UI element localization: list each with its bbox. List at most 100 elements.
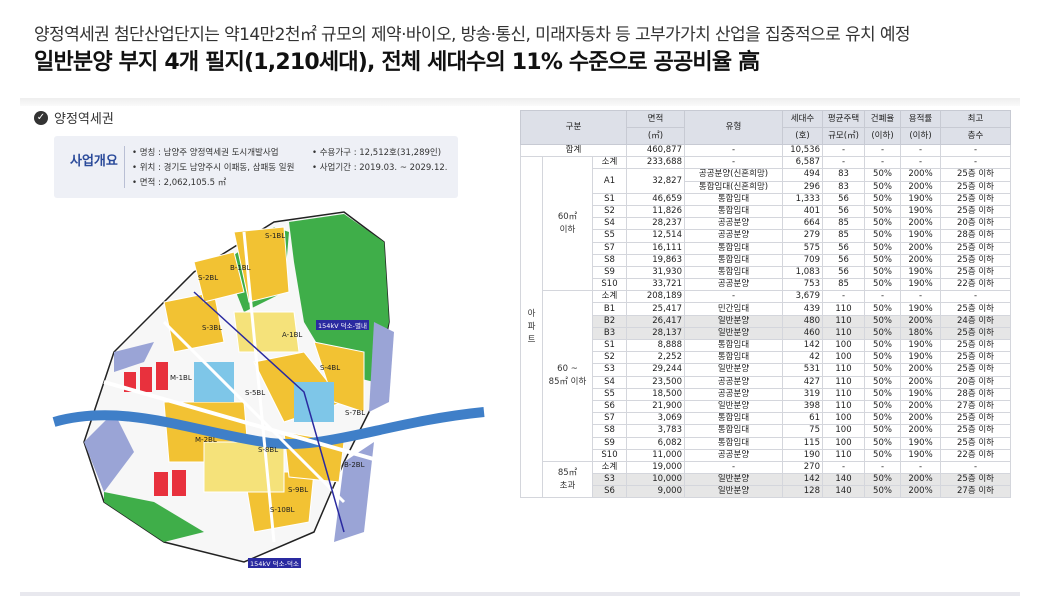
cell-floors: 20층 이하: [940, 217, 1011, 231]
section-label: 85㎡ 초과: [542, 460, 593, 499]
cell-floors: 25층 이하: [940, 265, 1011, 280]
housing-table-container: 구분 면적 유형 세대수 평균주택 건폐율 용적률 최고 (㎡) (호) 규모(…: [520, 110, 1011, 499]
cell-size: 110: [822, 375, 865, 389]
cell-code: S2: [592, 351, 627, 365]
cell-far: 200%: [900, 485, 941, 499]
cell-code: 소계: [592, 290, 627, 304]
cell-size: 140: [822, 473, 865, 487]
cell-far: 200%: [900, 217, 941, 231]
cell-code: S4: [592, 217, 627, 231]
cell-type: 공공분양: [684, 375, 783, 389]
cell-floors: 25층 이하: [940, 180, 1011, 194]
cell-size: -: [822, 156, 865, 170]
header-far: 용적률: [900, 110, 941, 128]
cell-bcr: 50%: [864, 399, 901, 414]
cell-area: 19,863: [626, 253, 685, 267]
cell-bcr: 50%: [864, 168, 901, 182]
table-row-total: 합계 460,877-10,536- - - -: [520, 143, 1011, 158]
cell-type: 공공분양(신혼희망): [684, 168, 783, 182]
cell-area: 2,252: [626, 351, 685, 365]
cell-size: 100: [822, 351, 865, 365]
cell-code: B1: [592, 302, 627, 316]
table-header: 구분 면적 유형 세대수 평균주택 건폐율 용적률 최고 (㎡) (호) 규모(…: [520, 110, 1011, 145]
cell-floors: 25층 이하: [940, 424, 1011, 438]
header-bcr-unit: (이하): [864, 127, 901, 145]
cell-type: 통합임대: [684, 424, 783, 438]
cell-bcr: 50%: [864, 363, 901, 377]
cell-type: 공공분양: [684, 278, 783, 292]
cell-area: 26,417: [626, 314, 685, 328]
table-row: S2 11,826 통합임대 401 56 50% 190% 25층 이하: [521, 204, 1011, 219]
cell-code: S9: [592, 436, 627, 450]
cell-type: -: [684, 290, 783, 304]
cell-far: 200%: [900, 253, 941, 267]
table-row: S5 18,500 공공분양 319 110 50% 190% 28층 이하: [521, 387, 1011, 401]
cell-units: 427: [782, 375, 823, 389]
cell-bcr: -: [864, 156, 901, 170]
table-row: 아 파 트 60㎡ 이하 소계 233,688-6,587- - - -: [520, 156, 1011, 499]
table-row: S7 3,069 통합임대 61 100 50% 200% 25층 이하: [521, 412, 1011, 426]
map-label: M-1BL: [170, 374, 192, 382]
cell-floors: 25층 이하: [940, 192, 1011, 206]
cell-type: 통합임대: [684, 253, 783, 267]
cell-size: 110: [822, 387, 865, 401]
cell-floors: 25층 이하: [940, 351, 1011, 365]
cell-code: S3: [592, 363, 627, 377]
cell-far: 200%: [900, 363, 941, 377]
table-row: B2 26,417 일반분양 480 110 50% 200% 24층 이하: [521, 314, 1011, 328]
cell-far: 200%: [900, 375, 941, 389]
cell-floors: 28층 이하: [940, 387, 1011, 401]
cell-type: 공공분양: [684, 448, 783, 462]
cell-area: 11,826: [626, 204, 685, 219]
cell-type: 일반분양: [684, 363, 783, 377]
total-label: 합계: [520, 143, 627, 158]
map-panel: ✓ 양정역세권 사업개요 • 명칭 : 남양주 양정역세권 도시개발사업 • 위…: [20, 106, 510, 590]
map-label: S-9BL: [288, 486, 309, 494]
cell-code: B3: [592, 326, 627, 341]
cell-size: 56: [822, 204, 865, 219]
cell-code: S8: [592, 424, 627, 438]
map-label: S-2BL: [198, 274, 219, 282]
cell-size: 110: [822, 326, 865, 341]
table-row: S5 12,514 공공분양 279 85 50% 190% 28층 이하: [521, 229, 1011, 243]
cell-far: -: [900, 156, 941, 170]
cell-area: 3,069: [626, 412, 685, 426]
cell-type: 일반분양: [684, 314, 783, 328]
cell-code: S5: [592, 229, 627, 243]
cell-code: S7: [592, 241, 627, 255]
header-units: 세대수: [782, 110, 823, 128]
map-labels-layer: S-1BL S-2BL B-1BL A-1BL S-4BL S-3BL M-1B…: [20, 106, 510, 590]
cell-units: 128: [782, 485, 823, 499]
cell-floors: 25층 이하: [940, 412, 1011, 426]
cell-units: 75: [782, 424, 823, 438]
cell-units: 1,083: [782, 265, 823, 280]
cell-far: 200%: [900, 412, 941, 426]
page-subtitle: 양정역세권 첨단산업단지는 약14만2천㎡ 규모의 제약·바이오, 방송·통신,…: [34, 25, 911, 45]
cell-far: 190%: [900, 204, 941, 219]
cell-units: 42: [782, 351, 823, 365]
header-bcr: 건폐율: [864, 110, 901, 128]
cell-type: 통합임대(신혼희망): [684, 180, 783, 194]
cell-floors: 24층 이하: [940, 314, 1011, 328]
cell-bcr: 50%: [864, 314, 901, 328]
cell-code: S10: [592, 448, 627, 462]
table-row: S8 19,863 통합임대 709 56 50% 200% 25층 이하: [521, 253, 1011, 267]
cell-floors: 25층 이하: [940, 302, 1011, 316]
cell-code: 소계: [592, 156, 627, 170]
cell-bcr: 50%: [864, 217, 901, 231]
header-area-unit: (㎡): [626, 127, 685, 145]
table-row: S10 11,000 공공분양 190 110 50% 190% 22층 이하: [521, 448, 1011, 462]
cell-floors: 25층 이하: [940, 338, 1011, 353]
cell-area: 18,500: [626, 387, 685, 401]
cell-bcr: 50%: [864, 326, 901, 341]
cell-size: 83: [822, 180, 865, 194]
cell-area: 8,888: [626, 338, 685, 353]
cell-bcr: 50%: [864, 204, 901, 219]
cell-size: 85: [822, 278, 865, 292]
cell-code: S1: [592, 192, 627, 206]
table-row: A1 32,827 공공분양(신혼희망) 494 83 50% 200% 25층 이하: [521, 168, 1011, 194]
cell-units: 270: [782, 460, 823, 475]
map-label: S-7BL: [345, 409, 366, 417]
cell-area: 29,244: [626, 363, 685, 377]
cell-size: 110: [822, 399, 865, 414]
